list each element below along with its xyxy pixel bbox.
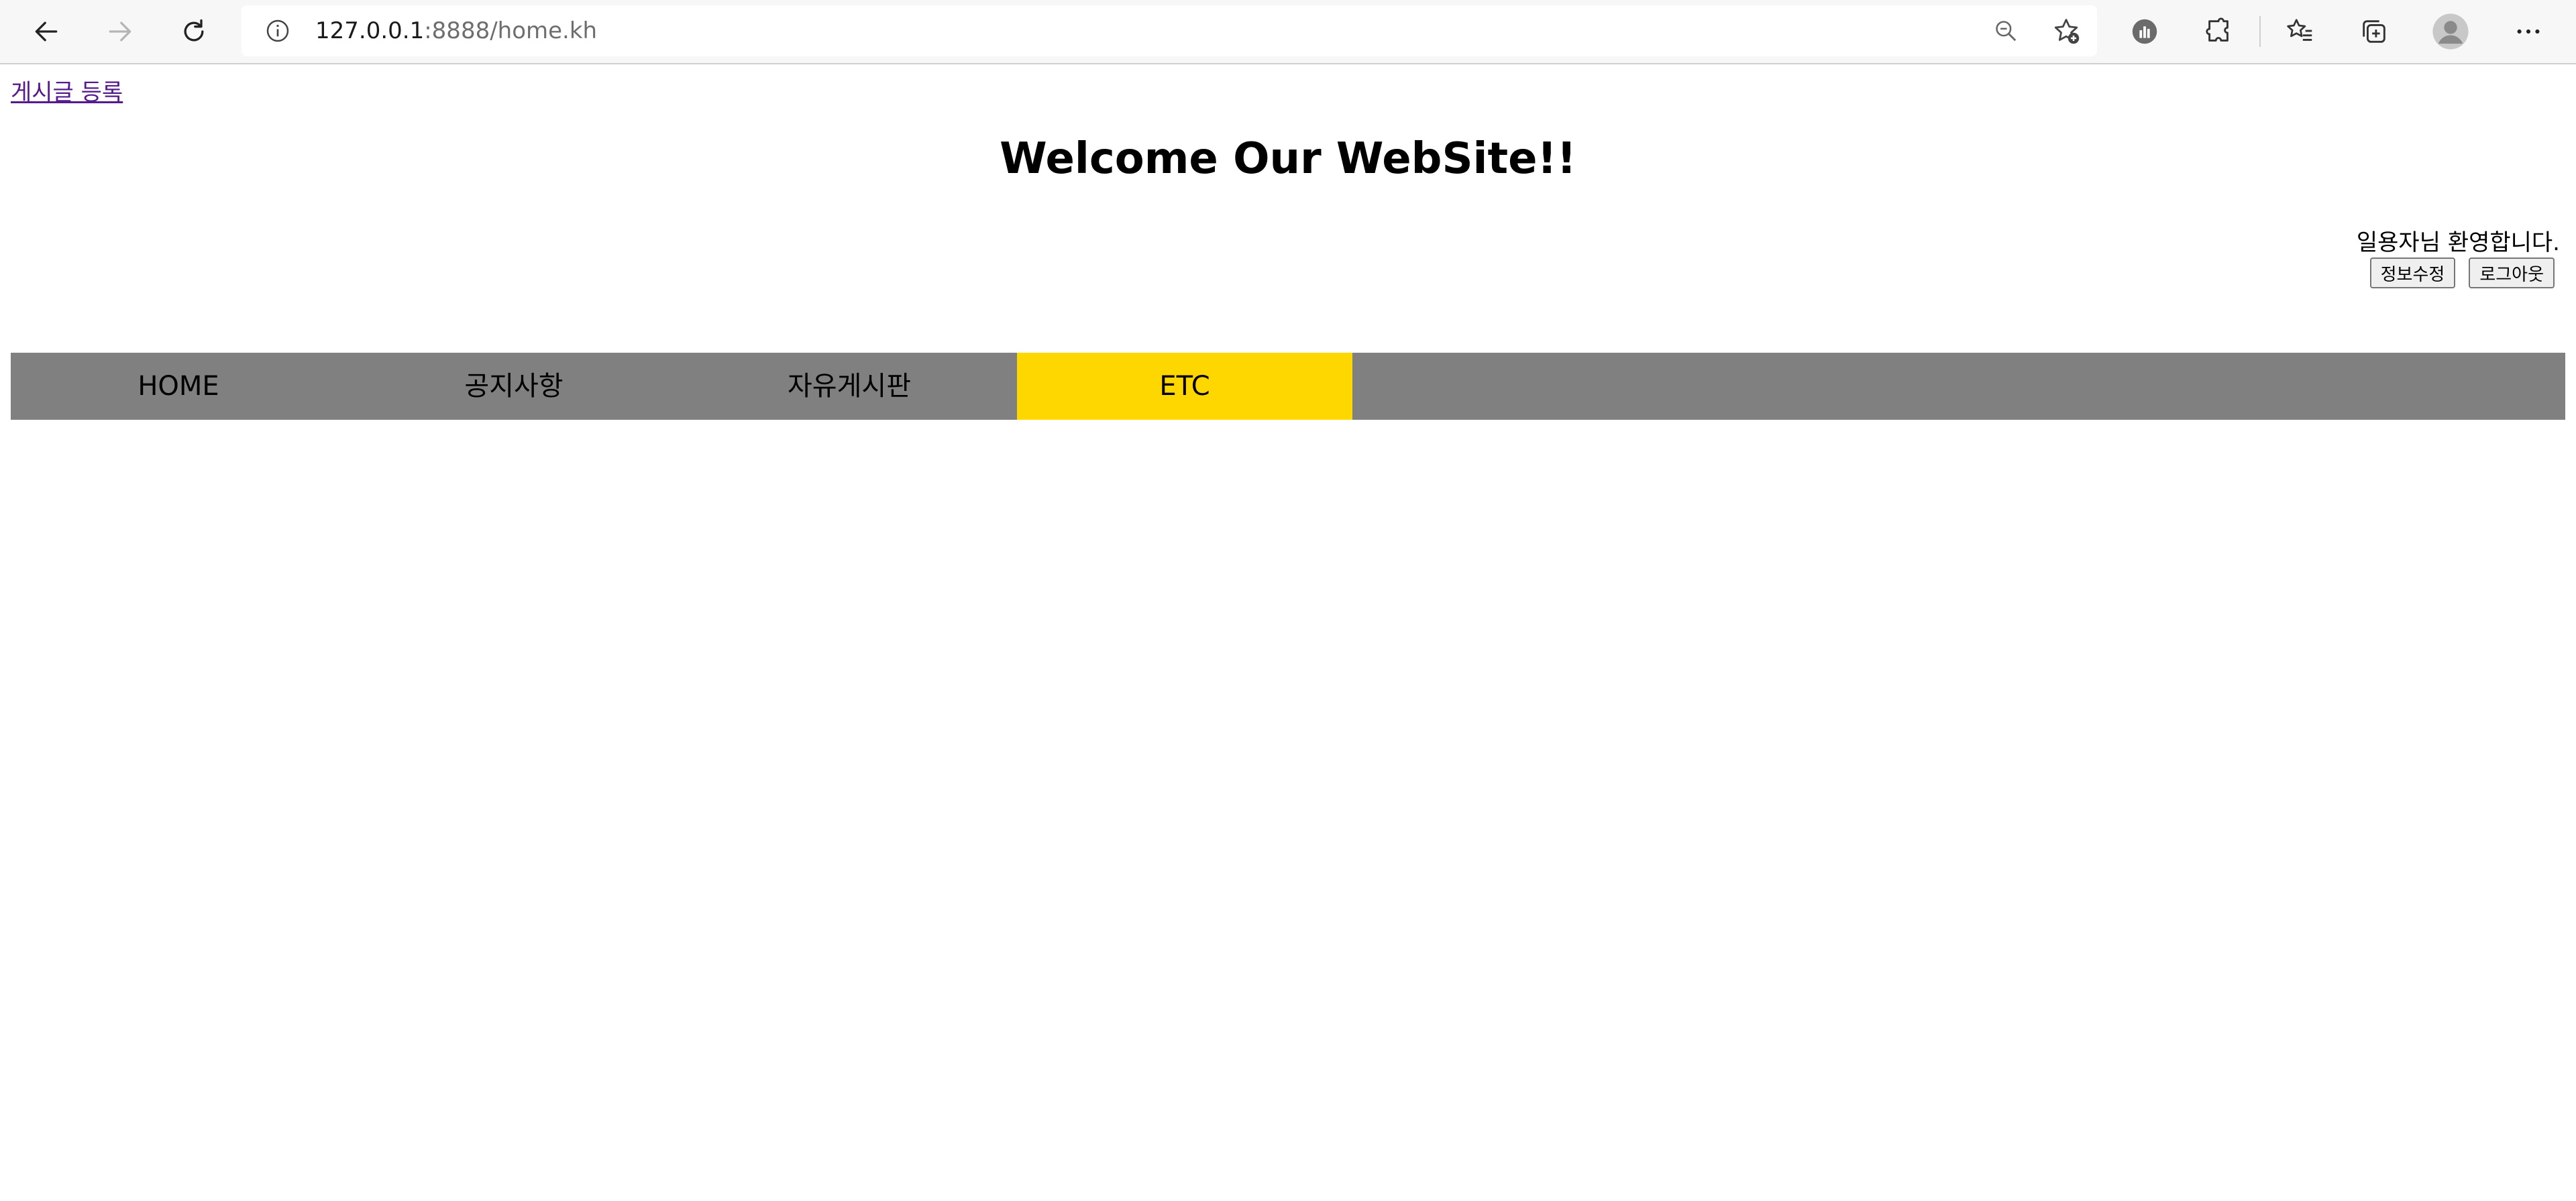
- welcome-message: 일용자님 환영합니다.: [2356, 229, 2560, 256]
- url-host: 127.0.0.1: [315, 17, 425, 44]
- main-nav: HOME 공지사항 자유게시판 ETC: [11, 353, 2565, 420]
- url-text[interactable]: 127.0.0.1:8888/home.kh: [315, 5, 597, 56]
- toolbar-separator: [2259, 16, 2261, 47]
- favorites-icon[interactable]: [2278, 9, 2322, 54]
- add-favorite-icon[interactable]: [2050, 15, 2082, 47]
- register-post-link[interactable]: 게시글 등록: [11, 74, 123, 107]
- edit-info-button[interactable]: 정보수정: [2369, 258, 2456, 288]
- page-title: Welcome Our WebSite!!: [1000, 134, 1576, 184]
- forward-arrow-icon[interactable]: [98, 9, 142, 54]
- collections-icon[interactable]: [2352, 9, 2396, 54]
- logout-button[interactable]: 로그아웃: [2469, 258, 2555, 288]
- profile-avatar-icon[interactable]: [2428, 9, 2473, 54]
- url-path: :8888/home.kh: [424, 17, 598, 44]
- zoom-out-icon[interactable]: [1990, 15, 2022, 47]
- browser-toolbar: 127.0.0.1:8888/home.kh: [0, 0, 2576, 64]
- refresh-icon[interactable]: [172, 9, 216, 54]
- user-actions: 정보수정 로그아웃: [2369, 258, 2555, 288]
- nav-home[interactable]: HOME: [11, 353, 346, 420]
- nav-free-board[interactable]: 자유게시판: [682, 353, 1017, 420]
- back-arrow-icon[interactable]: [24, 9, 68, 54]
- site-info-icon[interactable]: [262, 15, 294, 47]
- address-bar[interactable]: 127.0.0.1:8888/home.kh: [241, 5, 2097, 56]
- extension-badge-icon[interactable]: [2123, 9, 2167, 54]
- nav-etc[interactable]: ETC: [1017, 353, 1352, 420]
- nav-notice[interactable]: 공지사항: [346, 353, 682, 420]
- puzzle-icon[interactable]: [2196, 9, 2241, 54]
- more-menu-icon[interactable]: [2506, 9, 2551, 54]
